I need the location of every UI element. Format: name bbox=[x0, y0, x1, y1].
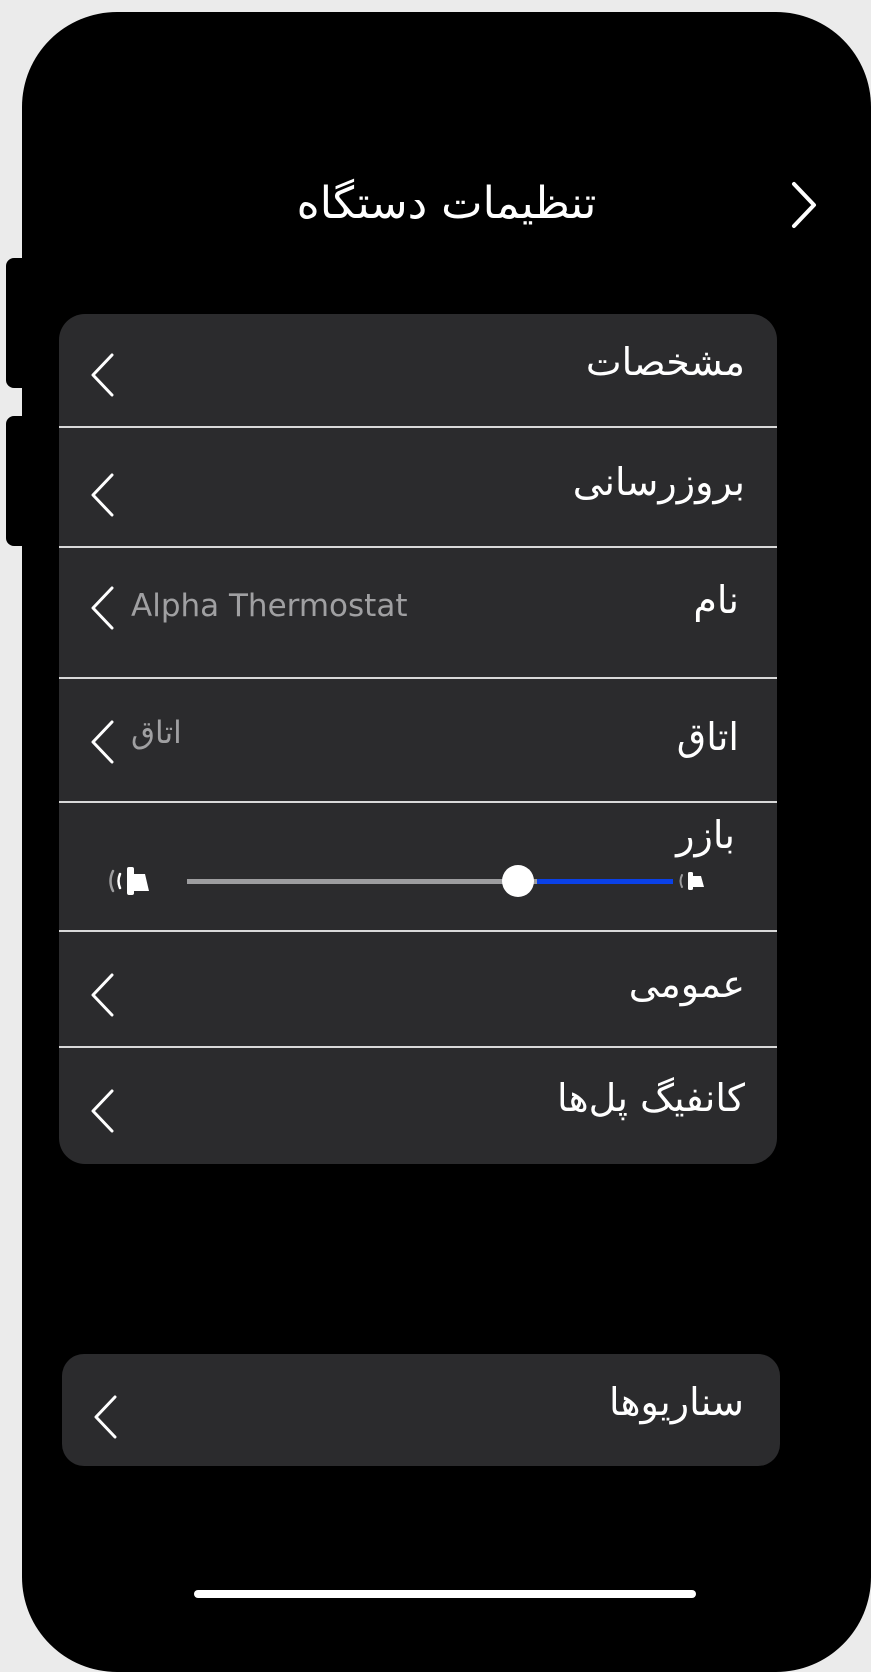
chevron-left-icon bbox=[91, 353, 114, 397]
room-value: اتاق bbox=[131, 715, 182, 751]
chevron-left-icon bbox=[91, 1089, 114, 1133]
speaker-high-icon bbox=[109, 867, 149, 895]
name-label: نام bbox=[693, 578, 739, 622]
room-row[interactable]: اتاق اتاق bbox=[59, 679, 777, 801]
specs-row[interactable]: مشخصات bbox=[59, 314, 777, 426]
chevron-left-icon bbox=[91, 586, 114, 630]
room-label: اتاق bbox=[676, 715, 739, 759]
chevron-left-icon bbox=[94, 1395, 117, 1439]
phone-screen: تنظیمات دستگاه مشخصات بروزرسانی نام Alph… bbox=[22, 12, 871, 1672]
specs-label: مشخصات bbox=[585, 340, 745, 384]
chevron-left-icon bbox=[91, 973, 114, 1017]
slider-fill bbox=[537, 879, 673, 884]
update-row[interactable]: بروزرسانی bbox=[59, 428, 777, 548]
speaker-low-icon bbox=[679, 872, 704, 890]
buzzer-label: بازر bbox=[676, 813, 735, 857]
chevron-left-icon bbox=[91, 720, 114, 764]
slider-track bbox=[187, 879, 537, 884]
chevron-left-icon bbox=[91, 473, 114, 517]
name-row[interactable]: نام Alpha Thermostat bbox=[59, 548, 777, 678]
volume-slider-thumb[interactable] bbox=[502, 865, 534, 897]
bridge-config-label: کانفیگ پل‌ها bbox=[557, 1076, 745, 1120]
scenarios-card[interactable]: سناریوها bbox=[62, 1354, 780, 1466]
home-indicator[interactable] bbox=[194, 1590, 696, 1598]
page-title: تنظیمات دستگاه bbox=[296, 178, 597, 229]
general-row[interactable]: عمومی bbox=[59, 932, 777, 1048]
scenarios-label: سناریوها bbox=[608, 1380, 744, 1424]
name-value: Alpha Thermostat bbox=[131, 588, 408, 624]
general-label: عمومی bbox=[628, 962, 745, 1006]
settings-card: مشخصات بروزرسانی نام Alpha Thermostat ات… bbox=[59, 314, 777, 1164]
buzzer-row: بازر bbox=[59, 803, 777, 929]
chevron-right-icon[interactable] bbox=[782, 180, 832, 230]
bridge-config-row[interactable]: کانفیگ پل‌ها bbox=[59, 1048, 777, 1164]
update-label: بروزرسانی bbox=[572, 460, 745, 504]
